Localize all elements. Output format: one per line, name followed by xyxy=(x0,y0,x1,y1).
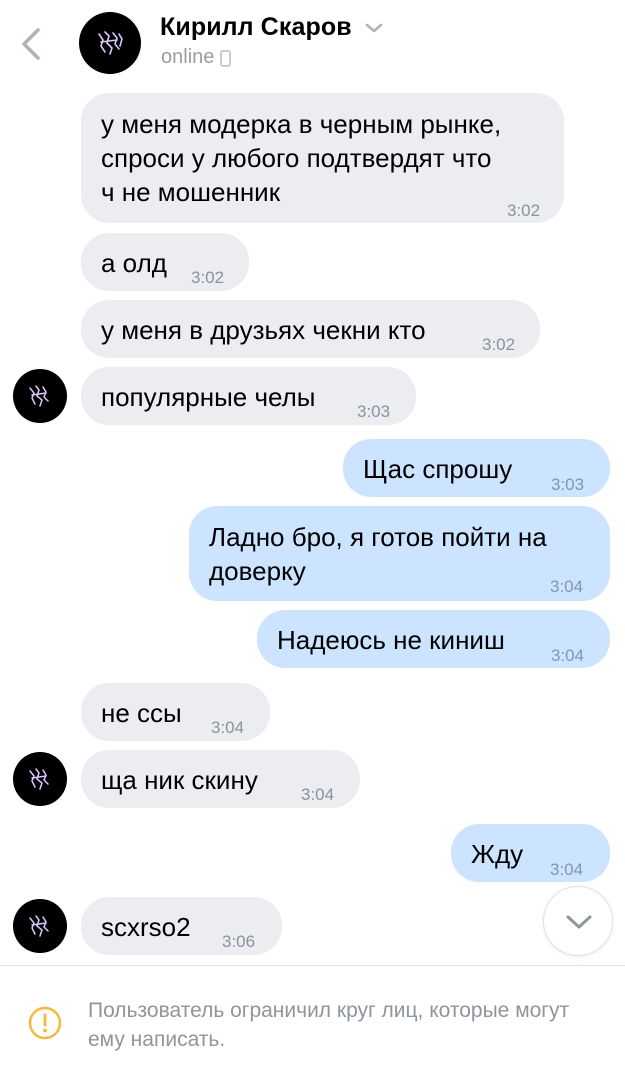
contact-avatar[interactable] xyxy=(79,12,141,74)
restriction-notice: Пользователь ограничил круг лиц, которые… xyxy=(88,999,570,1051)
message-bubble[interactable]: популярные челы 3:03 xyxy=(81,367,416,425)
contact-status: online xyxy=(161,46,232,69)
sender-avatar[interactable] xyxy=(13,752,67,806)
chevron-down-icon xyxy=(365,23,382,32)
message-bubble[interactable]: не ссы 3:04 xyxy=(81,683,270,741)
message-time: 3:06 xyxy=(222,932,256,951)
message-time: 3:04 xyxy=(550,577,584,596)
message-time: 3:02 xyxy=(191,268,225,287)
message-text: у меня модерка в черным рынке, спроси у … xyxy=(101,109,502,207)
exclamation-circle-icon xyxy=(28,1006,62,1040)
message-time: 3:03 xyxy=(551,475,585,494)
sender-avatar[interactable] xyxy=(13,899,67,953)
message-bubble[interactable]: scxrso2 3:06 xyxy=(81,897,282,955)
message-text: Щас спрошу xyxy=(363,454,513,484)
message-time: 3:04 xyxy=(550,860,584,879)
online-status: online xyxy=(161,46,215,68)
message-text: популярные челы xyxy=(101,382,316,412)
message-bubble[interactable]: Надеюсь не киниш 3:04 xyxy=(257,610,610,668)
back-chevron-icon[interactable] xyxy=(14,22,50,66)
chat-header: Кирилл Скаров online xyxy=(0,0,625,88)
message-bubble[interactable]: Жду 3:04 xyxy=(451,824,610,882)
message-text: не ссы xyxy=(101,698,182,728)
message-bubble[interactable]: Ладно бро, я готов пойти на доверку 3:04 xyxy=(189,506,610,601)
message-time: 3:03 xyxy=(357,402,391,421)
message-time: 3:04 xyxy=(211,718,245,737)
avatar-logo-icon xyxy=(98,31,123,55)
avatar-logo-icon xyxy=(29,385,49,407)
sender-avatar[interactable] xyxy=(13,369,67,423)
avatar-logo-icon xyxy=(29,915,49,937)
message-bubble[interactable]: у меня в друзьях чекни кто 3:02 xyxy=(81,300,540,358)
avatar-logo-icon xyxy=(29,768,49,790)
message-bubble[interactable]: Щас спрошу 3:03 xyxy=(343,439,610,497)
message-text: а олд xyxy=(101,248,167,278)
contact-title[interactable]: Кирилл Скаров xyxy=(160,13,384,42)
message-text: у меня в друзьях чекни кто xyxy=(101,315,426,345)
phone-icon xyxy=(220,50,232,67)
message-text: scxrso2 xyxy=(101,912,191,942)
footer-divider xyxy=(0,965,625,966)
message-bubble[interactable]: у меня модерка в черным рынке, спроси у … xyxy=(81,93,564,223)
message-text: ща ник скину xyxy=(101,765,258,795)
message-time: 3:04 xyxy=(301,785,335,804)
message-bubble[interactable]: ща ник скину 3:04 xyxy=(81,750,360,808)
message-time: 3:02 xyxy=(482,335,516,354)
message-time: 3:02 xyxy=(507,201,541,220)
chevron-down-icon xyxy=(566,915,592,929)
message-bubble[interactable]: а олд 3:02 xyxy=(81,233,249,291)
contact-name: Кирилл Скаров xyxy=(160,13,352,41)
message-time: 3:04 xyxy=(551,646,585,665)
scroll-down-button[interactable] xyxy=(543,886,613,956)
message-text: Жду xyxy=(471,839,524,869)
message-text: Ладно бро, я готов пойти на доверку xyxy=(209,522,547,586)
message-text: Надеюсь не киниш xyxy=(277,625,505,655)
